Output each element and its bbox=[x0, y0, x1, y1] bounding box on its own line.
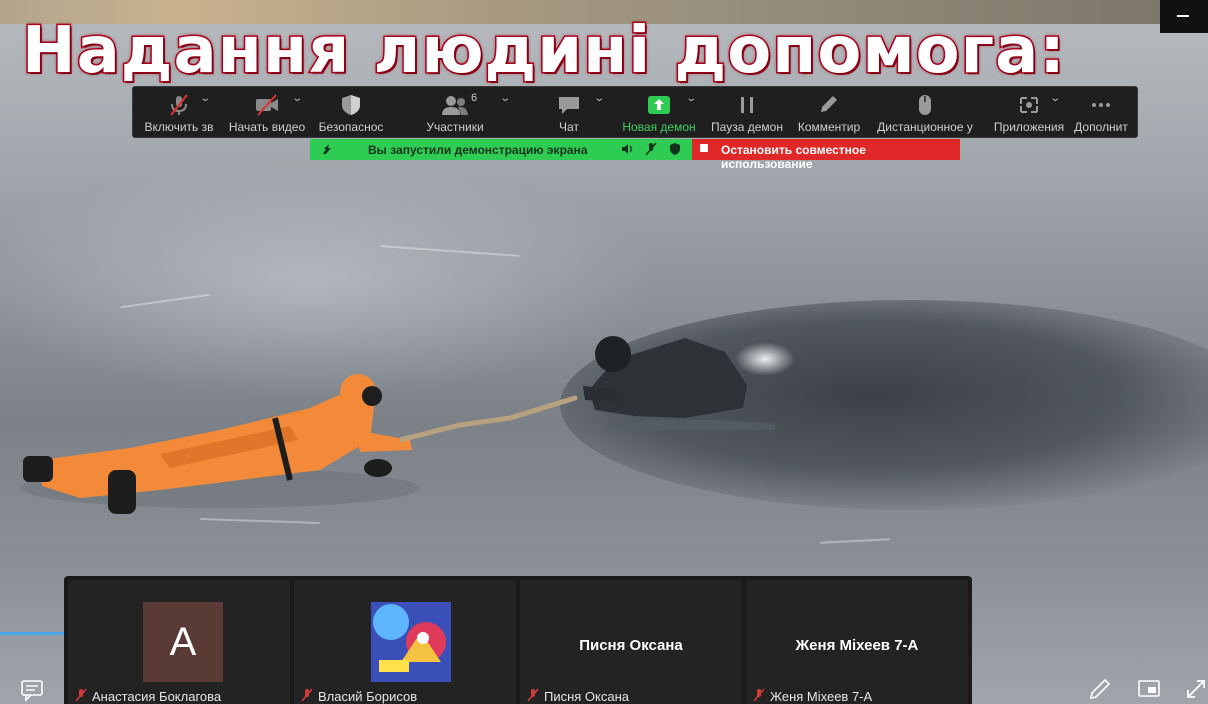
pause-share-label: Пауза демон bbox=[711, 120, 783, 134]
participant-tile[interactable]: A Анастасия Боклагова bbox=[68, 580, 290, 704]
chevron-down-icon[interactable]: ⌄ bbox=[499, 93, 511, 104]
annotate-label: Комментир bbox=[797, 120, 861, 134]
participant-tile[interactable]: Женя Міхеев 7-А Женя Міхеев 7-А bbox=[746, 580, 968, 704]
minimize-icon[interactable] bbox=[1177, 15, 1189, 17]
chat-icon bbox=[559, 97, 579, 114]
chevron-down-icon[interactable]: ⌄ bbox=[593, 93, 605, 104]
muted-mic-icon bbox=[170, 94, 188, 116]
annotate-button[interactable]: Комментир bbox=[783, 87, 875, 137]
share-status-message: Вы запустили демонстрацию экрана bbox=[368, 143, 588, 157]
security-button[interactable]: Безопаснос bbox=[305, 87, 397, 137]
expand-icon[interactable] bbox=[1184, 677, 1208, 701]
participant-display-name: Писня Оксана bbox=[579, 637, 683, 654]
pause-share-button[interactable]: Пауза демон bbox=[701, 87, 793, 137]
participant-name: Писня Оксана bbox=[544, 689, 630, 704]
participant-name: Женя Міхеев 7-А bbox=[770, 689, 873, 704]
participant-name: Анастасия Боклагова bbox=[92, 689, 222, 704]
video-label: Начать видео bbox=[228, 120, 306, 134]
more-label: Дополнит bbox=[1074, 120, 1128, 134]
ice-crack bbox=[819, 538, 891, 544]
meeting-toolbar: Включить зв ⌄ Начать видео ⌄ Безопаснос … bbox=[132, 86, 1138, 138]
remote-control-label: Дистанционное у bbox=[877, 120, 973, 134]
share-screen-icon bbox=[648, 96, 670, 114]
chevron-down-icon[interactable]: ⌄ bbox=[199, 93, 211, 104]
security-label: Безопаснос bbox=[318, 120, 384, 134]
participants-icon bbox=[442, 96, 468, 115]
pencil-icon[interactable] bbox=[1088, 677, 1112, 701]
ice-sheen bbox=[0, 160, 660, 400]
participants-strip: A Анастасия Боклагова Власий Борисов Пис… bbox=[64, 576, 972, 704]
stop-share-label: Остановить совместное использование bbox=[721, 143, 866, 171]
mouse-icon bbox=[919, 95, 931, 115]
video-button[interactable]: Начать видео ⌄ bbox=[221, 87, 313, 137]
speaker-icon[interactable] bbox=[620, 142, 634, 156]
chat-label: Чат bbox=[559, 120, 579, 134]
stop-icon bbox=[700, 144, 708, 152]
participants-count: 6 bbox=[471, 92, 478, 104]
muted-mic-icon bbox=[75, 688, 87, 702]
shield-icon bbox=[342, 95, 360, 115]
new-share-button[interactable]: Новая демон ⌄ bbox=[613, 87, 705, 137]
rescuer-figure bbox=[20, 374, 420, 514]
shield-icon[interactable] bbox=[668, 142, 682, 156]
share-status-bar: Вы запустили демонстрацию экрана bbox=[310, 139, 692, 160]
video-progress-indicator bbox=[0, 632, 64, 635]
participants-button[interactable]: 6 Участники ⌄ bbox=[409, 87, 511, 137]
mic-button[interactable]: Включить зв ⌄ bbox=[133, 87, 225, 137]
avatar: A bbox=[143, 602, 223, 682]
pause-icon bbox=[741, 97, 753, 113]
connection-icon bbox=[323, 144, 331, 154]
apps-icon bbox=[1020, 97, 1038, 113]
mic-label: Включить зв bbox=[144, 120, 214, 134]
water-splash bbox=[735, 342, 795, 376]
muted-mic-icon bbox=[527, 688, 539, 702]
video-title-overlay: Надання людині допомога: bbox=[21, 13, 1067, 90]
avatar bbox=[371, 602, 451, 682]
video-off-icon bbox=[256, 94, 278, 116]
muted-mic-icon[interactable] bbox=[644, 142, 658, 156]
chevron-down-icon[interactable]: ⌄ bbox=[291, 93, 303, 104]
new-share-label: Новая демон bbox=[622, 120, 696, 134]
pencil-icon bbox=[821, 96, 837, 112]
participant-name: Власий Борисов bbox=[318, 689, 418, 704]
participant-tile[interactable]: Власий Борисов bbox=[294, 580, 516, 704]
participants-label: Участники bbox=[426, 120, 484, 134]
chat-icon[interactable] bbox=[20, 678, 44, 702]
muted-mic-icon bbox=[301, 688, 313, 702]
more-button[interactable]: Дополнит bbox=[1055, 87, 1147, 137]
muted-mic-icon bbox=[753, 688, 765, 702]
chat-button[interactable]: Чат ⌄ bbox=[523, 87, 615, 137]
more-dots-icon bbox=[1092, 103, 1110, 107]
participant-display-name: Женя Міхеев 7-А bbox=[795, 637, 919, 654]
chevron-down-icon[interactable]: ⌄ bbox=[685, 93, 697, 104]
remote-control-button[interactable]: Дистанционное у bbox=[873, 87, 977, 137]
picture-in-picture-icon[interactable] bbox=[1137, 677, 1161, 701]
rescue-pole bbox=[400, 395, 578, 443]
stop-share-button[interactable]: Остановить совместное использование bbox=[692, 139, 960, 171]
participant-tile[interactable]: Писня Оксана Писня Оксана bbox=[520, 580, 742, 704]
